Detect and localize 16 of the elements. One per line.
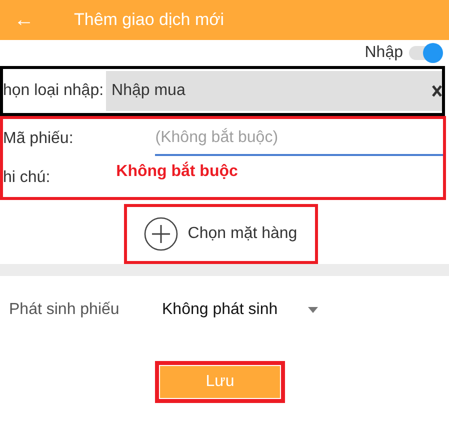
field-value: Nhập mua <box>112 82 186 100</box>
field-label: hi chú: <box>3 169 50 187</box>
plus-circle-icon <box>144 217 178 251</box>
clear-icon[interactable] <box>432 85 442 97</box>
add-item-button[interactable]: Chọn mặt hàng <box>124 204 318 264</box>
field-label: Mã phiếu: <box>3 130 74 148</box>
toggle-label: Nhập <box>364 44 403 62</box>
screen-title: Thêm giao dịch mới <box>74 10 224 30</box>
import-type-field[interactable]: Nhập mua <box>106 71 442 111</box>
placeholder-text: (Không bắt buộc) <box>155 129 278 147</box>
mode-switch[interactable] <box>409 46 441 60</box>
caret-icon <box>308 307 318 313</box>
field-label: Phát sinh phiếu <box>9 301 120 319</box>
voucher-dropdown[interactable]: Không phát sinh <box>162 301 318 319</box>
annotation-note: Không bắt buộc <box>116 163 238 181</box>
field-label: họn loại nhập: <box>3 82 104 100</box>
